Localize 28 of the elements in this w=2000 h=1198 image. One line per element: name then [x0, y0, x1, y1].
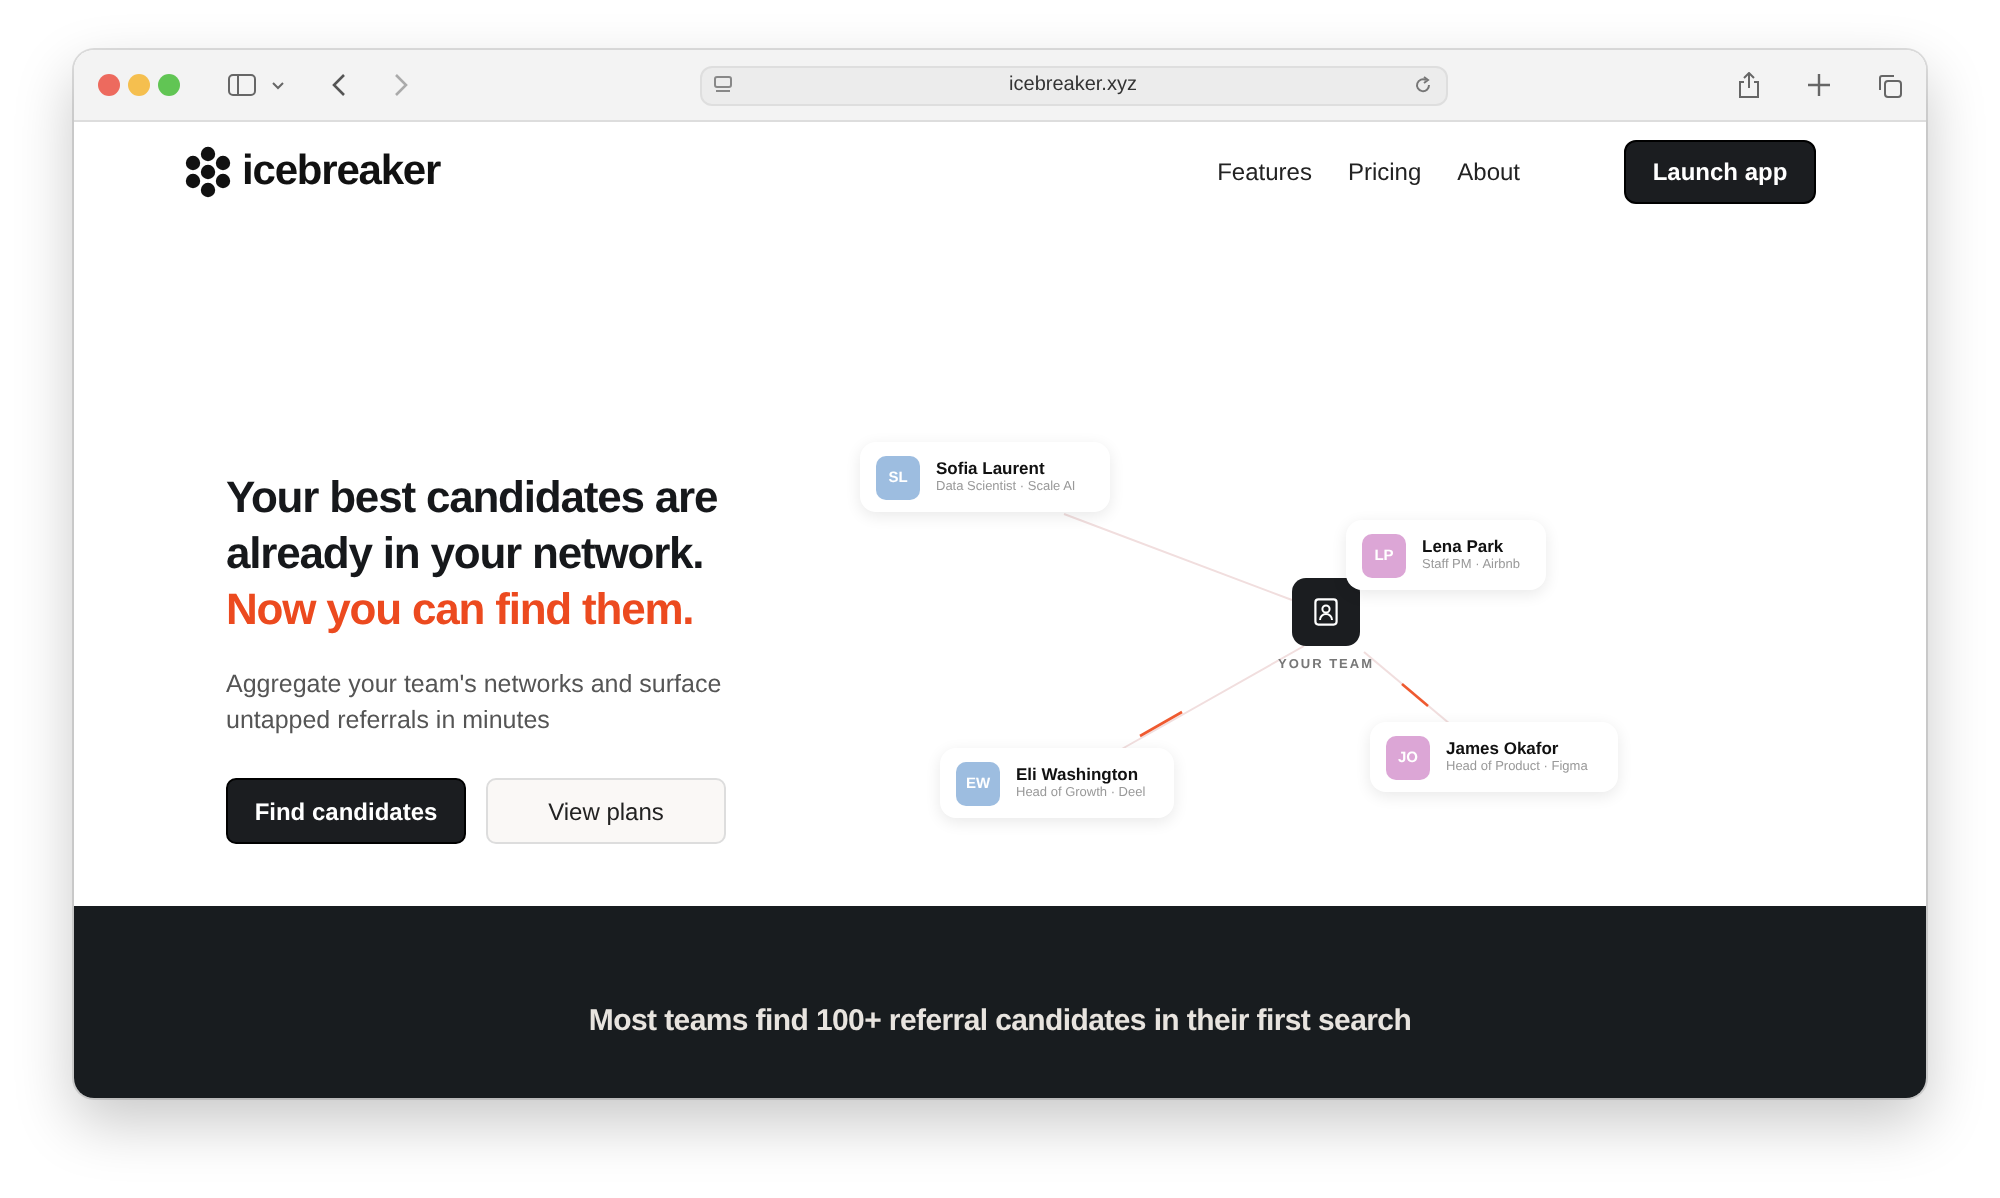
person-name: James Okafor	[1446, 738, 1561, 758]
nav-link[interactable]: Features	[1217, 154, 1312, 190]
url-text: icebreaker.xyz	[1009, 72, 1137, 100]
headline-accent: Now you can find them.	[226, 582, 696, 638]
person-name: Eli Washington	[1016, 764, 1141, 784]
page-icon	[713, 76, 731, 94]
tabs-icon[interactable]	[1878, 73, 1902, 97]
view-plans-button[interactable]: View plans	[486, 778, 726, 844]
hero-subtitle: Aggregate your team's networks and surface untapped referrals in minutes	[226, 668, 724, 738]
chevron-down-icon[interactable]	[272, 81, 284, 89]
share-icon[interactable]	[1738, 72, 1760, 98]
back-icon[interactable]	[332, 74, 346, 96]
find-candidates-button[interactable]: Find candidates	[226, 778, 466, 844]
stat-text: Most teams find 100+ referral candidates in their first search	[588, 1001, 1412, 1042]
plus-icon[interactable]	[1808, 74, 1830, 96]
person-name: Lena Park	[1422, 536, 1506, 556]
contact-card-icon	[1314, 598, 1338, 626]
sidebar-icon[interactable]	[228, 74, 256, 96]
address-bar[interactable]: icebreaker.xyz	[699, 65, 1447, 105]
nav-link[interactable]: About	[1457, 154, 1520, 190]
launch-app-button[interactable]: Launch app	[1624, 140, 1816, 204]
logo-icon	[182, 146, 234, 198]
person-name: Sofia Laurent	[936, 458, 1047, 478]
nav-link[interactable]: Pricing	[1347, 154, 1422, 190]
headline: Your best candidates are already in your network.	[226, 470, 720, 582]
reload-icon[interactable]	[1414, 76, 1433, 94]
logo-text[interactable]: icebreaker	[242, 140, 441, 204]
close-button[interactable]	[98, 74, 120, 96]
